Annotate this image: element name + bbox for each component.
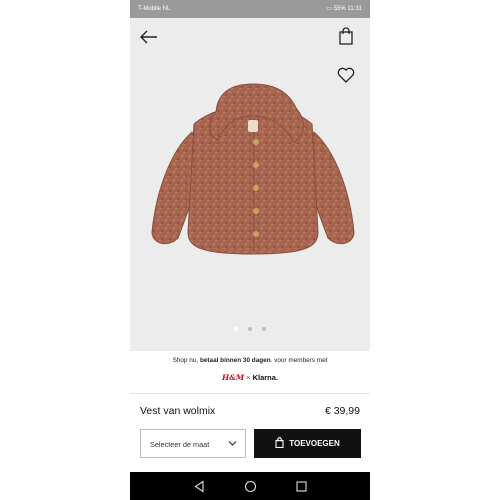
carousel-dot[interactable]	[248, 327, 252, 331]
nav-home-icon[interactable]	[244, 480, 257, 493]
shopping-bag-icon	[275, 437, 284, 450]
system-nav-bar	[130, 472, 370, 500]
heart-icon[interactable]	[337, 67, 355, 83]
carousel-dot[interactable]	[233, 327, 238, 331]
carousel-dot[interactable]	[262, 327, 267, 331]
chevron-down-icon	[228, 440, 237, 447]
product-info: Vest van wolmix € 39,99 Selecteer de maa…	[130, 394, 370, 472]
product-price: € 39,99	[324, 405, 360, 417]
logo-separator: ×	[246, 373, 251, 382]
product-gallery[interactable]	[130, 18, 370, 351]
size-select-placeholder: Selecteer de maat	[150, 440, 210, 449]
add-to-bag-button[interactable]: TOEVOEGEN	[254, 429, 361, 458]
nav-back-icon[interactable]	[193, 480, 206, 493]
promo-text: Shop nu, betaal binnen 30 dagen. voor me…	[172, 357, 328, 364]
product-photo	[148, 82, 358, 282]
nav-recent-apps-icon[interactable]	[295, 480, 308, 493]
klarna-logo: Klarna.	[252, 373, 278, 382]
carrier-label: T-Mobile NL	[138, 6, 171, 12]
clock: 11:31	[347, 6, 362, 12]
status-bar: T-Mobile NL ▭ 55% 11:31	[130, 0, 370, 18]
payment-promo-banner: Shop nu, betaal binnen 30 dagen. voor me…	[130, 351, 370, 394]
shopping-bag-icon[interactable]	[338, 27, 354, 45]
phone-screen: T-Mobile NL ▭ 55% 11:31 Shop nu, betaal …	[130, 0, 370, 500]
add-to-bag-label: TOEVOEGEN	[289, 439, 340, 448]
battery-level: 55%	[333, 6, 346, 12]
product-name: Vest van wolmix	[140, 405, 216, 417]
arrow-left-icon[interactable]	[140, 30, 158, 44]
size-select[interactable]: Selecteer de maat	[140, 429, 246, 458]
status-right: ▭ 55% 11:31	[326, 0, 362, 18]
carousel-dots[interactable]	[130, 327, 370, 333]
hm-logo: H&M	[222, 373, 245, 382]
battery-icon: ▭	[326, 6, 333, 12]
promo-logos: H&M × Klarna.	[130, 373, 370, 382]
